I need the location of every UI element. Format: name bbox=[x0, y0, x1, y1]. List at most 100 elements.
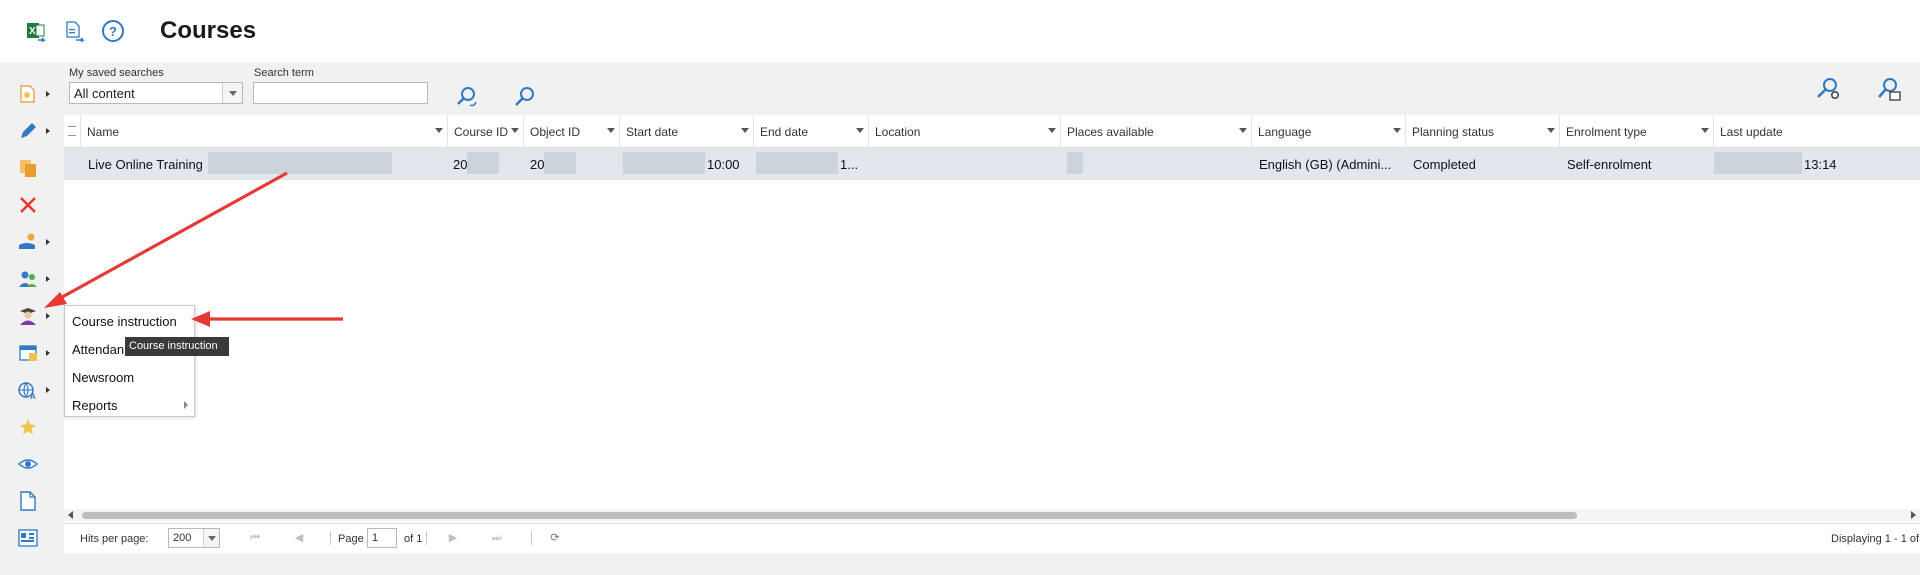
column-menu-icon[interactable] bbox=[435, 128, 443, 133]
next-page-icon[interactable]: ▶ bbox=[446, 531, 460, 545]
saved-search-manage-icon[interactable] bbox=[1875, 75, 1903, 103]
column-header-last-update[interactable]: Last update bbox=[1713, 115, 1920, 148]
calendar-list-button[interactable] bbox=[14, 338, 54, 368]
displaying-count: Displaying 1 - 1 of 1 bbox=[1831, 533, 1920, 545]
chevron-down-icon[interactable] bbox=[222, 83, 242, 103]
preview-button[interactable] bbox=[14, 449, 54, 479]
search-term-label: Search term bbox=[254, 67, 314, 79]
last-page-icon[interactable]: ⏭ bbox=[490, 531, 504, 545]
submenu-arrow-icon bbox=[184, 401, 188, 409]
hits-per-page-select[interactable]: 200 bbox=[168, 528, 220, 548]
column-menu-icon[interactable] bbox=[1239, 128, 1247, 133]
column-menu-icon[interactable] bbox=[1547, 128, 1555, 133]
column-header-end-date[interactable]: End date bbox=[753, 115, 868, 148]
search-icon[interactable] bbox=[511, 83, 539, 111]
redacted-block bbox=[467, 152, 499, 174]
offer-button[interactable] bbox=[14, 227, 54, 257]
cell-language: English (GB) (Admini... bbox=[1259, 157, 1392, 172]
refresh-icon[interactable]: ⟳ bbox=[548, 531, 562, 545]
column-header-planning-status[interactable]: Planning status bbox=[1405, 115, 1559, 148]
saved-searches-select[interactable]: All content bbox=[69, 82, 243, 104]
left-toolbar: A bbox=[0, 63, 64, 575]
users-icon bbox=[14, 265, 42, 293]
menu-item-newsroom[interactable]: Newsroom bbox=[65, 364, 194, 390]
copy-icon bbox=[14, 154, 42, 182]
rating-button[interactable] bbox=[14, 412, 54, 442]
new-item-button[interactable] bbox=[14, 79, 54, 109]
cell-start-date: 10:00 bbox=[707, 157, 740, 172]
column-header-object-id[interactable]: Object ID bbox=[523, 115, 619, 148]
column-header-enrolment-type[interactable]: Enrolment type bbox=[1559, 115, 1713, 148]
top-header: X ? Courses bbox=[0, 0, 1920, 63]
search-term-input[interactable] bbox=[253, 82, 428, 104]
instructor-icon bbox=[14, 302, 42, 330]
preview-icon bbox=[14, 450, 42, 478]
search-bar: My saved searches All content Search ter… bbox=[64, 63, 1920, 115]
menu-item-reports[interactable]: Reports bbox=[65, 392, 194, 418]
first-page-icon[interactable]: ⏮ bbox=[248, 531, 262, 545]
cell-name: Live Online Training bbox=[88, 157, 203, 172]
column-header-name[interactable]: Name bbox=[80, 115, 447, 148]
instructor-button[interactable] bbox=[14, 301, 54, 331]
copy-button[interactable] bbox=[14, 153, 54, 183]
users-button[interactable] bbox=[14, 264, 54, 294]
page-label: Page bbox=[338, 533, 364, 545]
excel-export-icon[interactable]: X bbox=[24, 18, 48, 44]
page-count-label: of 1 bbox=[404, 533, 423, 545]
saved-searches-label: My saved searches bbox=[69, 67, 164, 79]
instructor-context-menu: Course instruction Attendan Newsroom Rep… bbox=[64, 305, 195, 417]
cell-object-id: 20 bbox=[530, 157, 545, 172]
column-header-start-date[interactable]: Start date bbox=[619, 115, 753, 148]
column-header-places-available[interactable]: Places available bbox=[1060, 115, 1251, 148]
svg-text:X: X bbox=[29, 26, 36, 37]
column-menu-icon[interactable] bbox=[741, 128, 749, 133]
redacted-block bbox=[1714, 152, 1802, 174]
help-icon[interactable]: ? bbox=[101, 18, 125, 44]
search-settings-icon[interactable] bbox=[1814, 75, 1842, 103]
new-item-icon bbox=[14, 80, 42, 108]
scroll-right-icon[interactable] bbox=[1911, 511, 1916, 519]
chevron-down-icon[interactable] bbox=[203, 529, 219, 547]
delete-icon bbox=[14, 191, 42, 219]
document-icon bbox=[14, 487, 42, 515]
offer-icon bbox=[14, 228, 42, 256]
edit-button[interactable] bbox=[14, 116, 54, 146]
redacted-block bbox=[544, 152, 576, 174]
column-menu-icon[interactable] bbox=[607, 128, 615, 133]
column-menu-icon[interactable] bbox=[1393, 128, 1401, 133]
grid-menu-icon[interactable] bbox=[68, 126, 76, 136]
column-header-location[interactable]: Location bbox=[868, 115, 1060, 148]
document-export-icon[interactable] bbox=[62, 18, 86, 44]
column-menu-icon[interactable] bbox=[1048, 128, 1056, 133]
scroll-thumb[interactable] bbox=[82, 512, 1577, 519]
hits-per-page-value: 200 bbox=[173, 532, 192, 544]
bottom-strip bbox=[64, 553, 1920, 575]
column-header-course-id[interactable]: Course ID bbox=[447, 115, 523, 148]
delete-button[interactable] bbox=[14, 190, 54, 220]
rating-icon bbox=[14, 413, 42, 441]
redacted-block bbox=[1067, 152, 1083, 174]
document-button[interactable] bbox=[14, 486, 54, 516]
scroll-left-icon[interactable] bbox=[68, 511, 73, 519]
column-menu-icon[interactable] bbox=[511, 128, 519, 133]
page-title: Courses bbox=[160, 17, 257, 44]
redacted-block bbox=[623, 152, 705, 174]
table-row[interactable]: Live Online Training 20 20 10:00 1... En… bbox=[64, 148, 1920, 180]
column-menu-icon[interactable] bbox=[856, 128, 864, 133]
qr-code-icon bbox=[14, 524, 42, 552]
horizontal-scrollbar[interactable] bbox=[64, 509, 1920, 521]
grid-header: Name Course ID Object ID Start date End … bbox=[64, 115, 1920, 148]
cell-end-date: 1... bbox=[840, 157, 859, 172]
column-menu-icon[interactable] bbox=[1701, 128, 1709, 133]
pager: Hits per page: 200 ⏮ ◀ Page 1 of 1 ▶ ⏭ ⟳… bbox=[64, 523, 1920, 553]
grid-options-column[interactable] bbox=[64, 115, 80, 148]
qr-code-button[interactable] bbox=[14, 523, 54, 553]
edit-icon bbox=[14, 117, 42, 145]
page-number-input[interactable]: 1 bbox=[367, 528, 397, 548]
cell-last-update: 13:14 bbox=[1804, 157, 1837, 172]
menu-item-course-instruction[interactable]: Course instruction bbox=[65, 308, 194, 334]
column-header-language[interactable]: Language bbox=[1251, 115, 1405, 148]
advanced-search-icon[interactable] bbox=[453, 83, 481, 111]
previous-page-icon[interactable]: ◀ bbox=[292, 531, 306, 545]
language-button[interactable]: A bbox=[14, 375, 54, 405]
